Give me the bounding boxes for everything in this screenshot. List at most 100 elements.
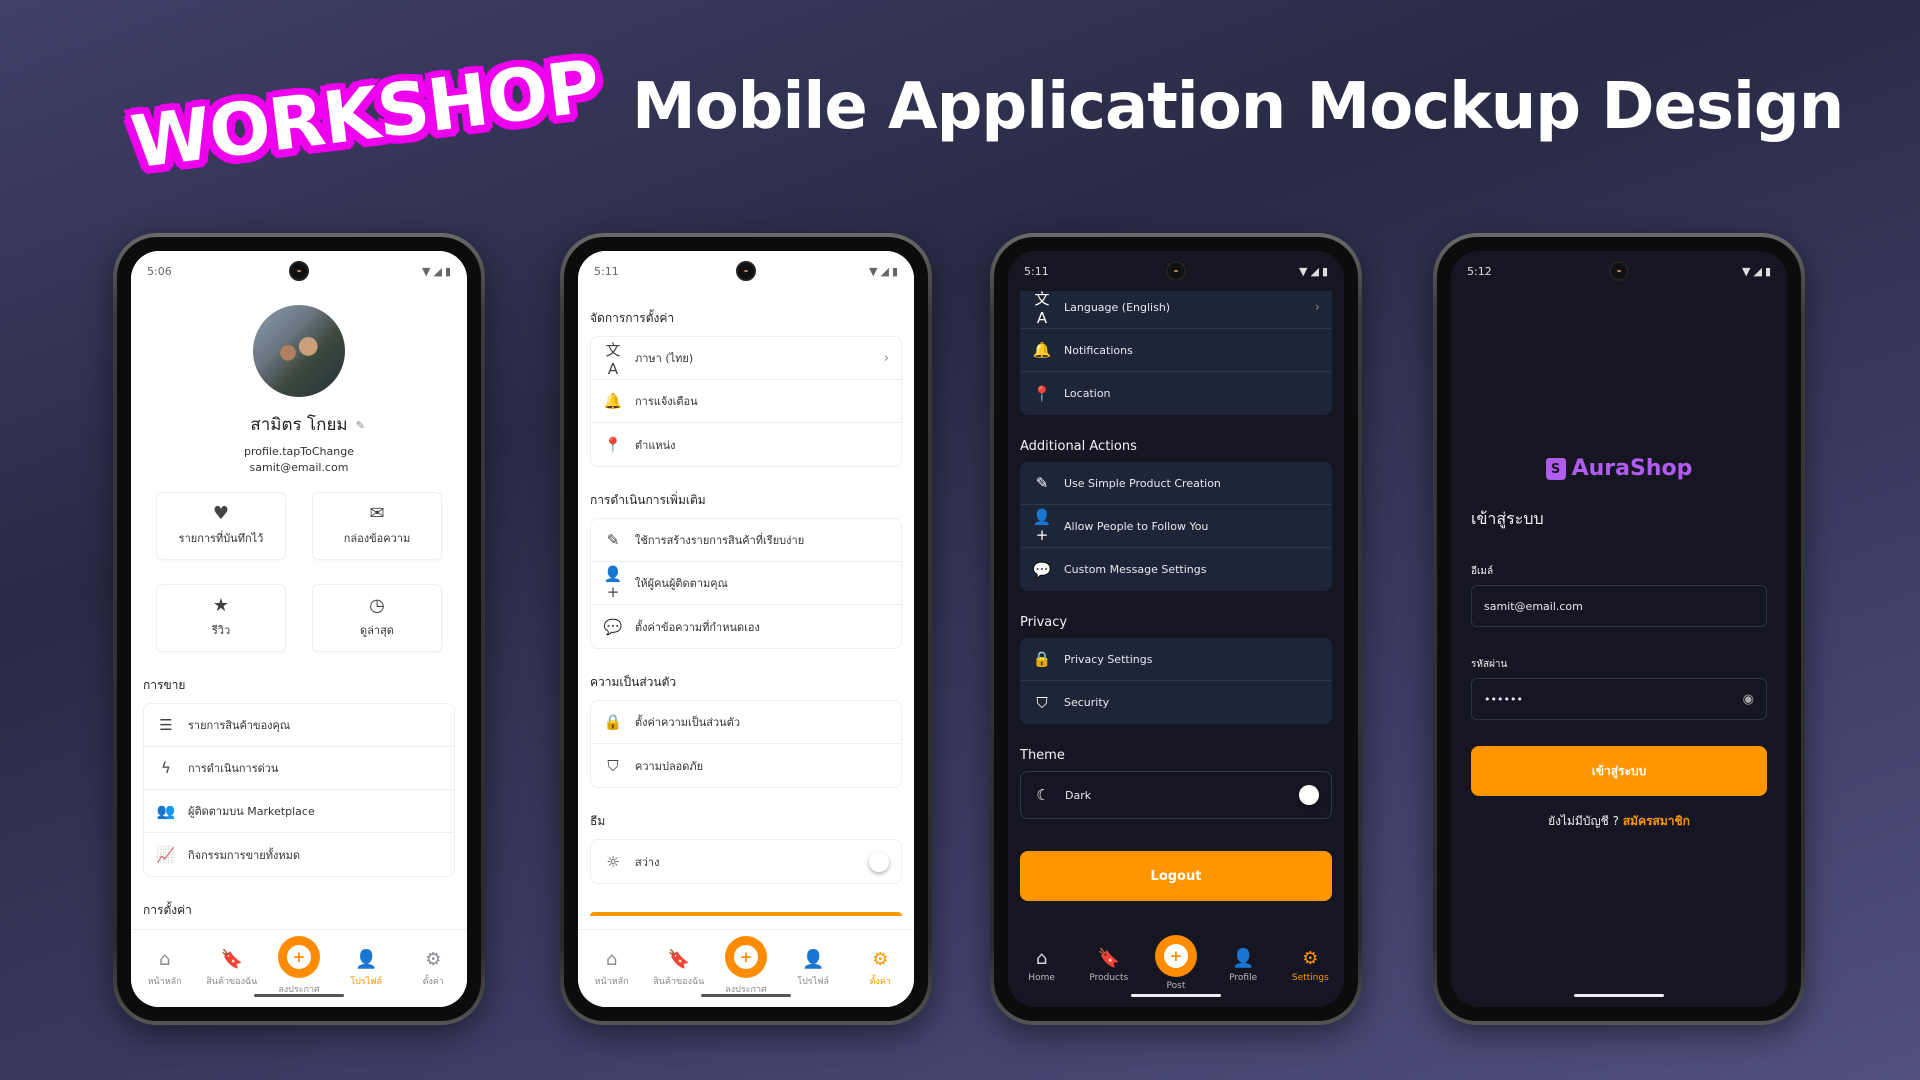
home-indicator[interactable] <box>254 994 344 997</box>
envelope-icon: ✉ <box>369 503 385 524</box>
home-indicator[interactable] <box>1131 994 1221 997</box>
settings-item[interactable]: 👤+ ให้ผู้คนผู้ติดตามคุณ <box>591 562 901 605</box>
post-fab-button[interactable]: + <box>724 936 767 978</box>
profile-name-row: สามิตร โกยม ✎ <box>143 411 455 438</box>
chart-line-icon: 📈 <box>156 845 176 864</box>
settings-item-label: Use Simple Product Creation <box>1064 476 1221 490</box>
shield-icon: ⛉ <box>1036 693 1048 712</box>
avatar[interactable] <box>253 305 345 397</box>
settings-item[interactable]: 🔔 Notifications <box>1020 329 1332 372</box>
section-title: Privacy <box>1020 615 1068 630</box>
signup-link[interactable]: สมัครสมาชิก <box>1623 814 1690 828</box>
quick-tile[interactable]: ♥ รายการที่บันทึกไว้ <box>156 492 286 560</box>
settings-item[interactable]: 📍 ตำแหน่ง <box>591 423 901 466</box>
login-button[interactable]: เข้าสู่ระบบ <box>1471 746 1767 796</box>
nav-item-plus[interactable]: + ลงประกาศ <box>716 936 776 996</box>
settings-item[interactable]: 🔒 Privacy Settings <box>1020 638 1332 681</box>
settings-list: 🔒 Privacy Settings ⛉ Security <box>1020 638 1332 724</box>
list-item-label: รายการสินค้าของคุณ <box>188 719 291 732</box>
theme-toggle[interactable] <box>869 851 889 872</box>
settings-content: จัดการการตั้งค่า 文A ภาษา (ไทย) › 🔔 การแจ้งเตื… <box>578 291 914 929</box>
screen: 5:11 ▼ ◢ ▮ 文A Language (English) › 🔔 Notificat… <box>1008 251 1344 1007</box>
settings-item[interactable]: ✎ ใช้การสร้างรายการสินค้าที่เรียบง่าย <box>591 519 901 562</box>
nav-item-person[interactable]: 👤 Profile <box>1213 949 1273 984</box>
settings-item[interactable]: 文A Language (English) › <box>1020 286 1332 329</box>
logout-button-partial[interactable] <box>590 912 902 916</box>
nav-item-gear[interactable]: ⚙ ตั้งค่า <box>850 950 910 988</box>
theme-label: สว่าง <box>635 855 660 869</box>
shopping-bag-icon: S <box>1545 457 1566 480</box>
settings-item[interactable]: 🔔 การแจ้งเตือน <box>591 380 901 423</box>
settings-item-label: Security <box>1064 696 1110 709</box>
brand-name: AuraShop <box>1571 456 1693 481</box>
settings-item[interactable]: 💬 ตั้งค่าข้อความที่กำหนดเอง <box>591 605 901 648</box>
selling-list: ☰ รายการสินค้าของคุณ ϟ การดำเนินการด่วน 👥 ผู้… <box>143 703 455 877</box>
settings-item[interactable]: ⛉ Security <box>1020 681 1332 724</box>
chat-bubble-icon: 💬 <box>603 617 623 636</box>
nav-item-person[interactable]: 👤 โปรไฟล์ <box>783 950 843 988</box>
nav-item-bookmark[interactable]: 🔖 สินค้าของฉัน <box>649 950 709 988</box>
home-indicator[interactable] <box>701 994 791 997</box>
list-item[interactable]: ϟ การดำเนินการด่วน <box>144 747 454 790</box>
settings-item[interactable]: ⛉ ความปลอดภัย <box>591 744 901 787</box>
settings-item-label: การแจ้งเตือน <box>635 395 698 408</box>
plus-icon: + <box>286 945 311 969</box>
quick-tile[interactable]: ★ รีวิว <box>156 584 286 652</box>
theme-row[interactable]: ☾ Dark <box>1021 772 1331 818</box>
settings-item-label: Allow People to Follow You <box>1064 519 1209 533</box>
map-pin-icon: 📍 <box>1032 384 1052 403</box>
nav-item-home[interactable]: ⌂ หน้าหลัก <box>135 950 195 988</box>
email-field[interactable]: samit@email.com <box>1471 585 1767 627</box>
settings-content: 文A Language (English) › 🔔 Notifications 📍 Loca… <box>1008 286 1344 929</box>
nav-item-bookmark[interactable]: 🔖 สินค้าของฉัน <box>202 950 262 988</box>
settings-item[interactable]: 📍 Location <box>1020 372 1332 415</box>
quick-tile[interactable]: ◷ ดูล่าสุด <box>312 584 442 652</box>
nav-label: Settings <box>1291 973 1329 983</box>
settings-item-label: Notifications <box>1064 343 1133 357</box>
chat-bubble-icon: 💬 <box>1032 560 1052 579</box>
nav-item-person[interactable]: 👤 โปรไฟล์ <box>336 950 396 988</box>
settings-item-label: Custom Message Settings <box>1064 563 1207 576</box>
status-time: 5:11 <box>594 264 619 278</box>
nav-label: โปรไฟล์ <box>350 977 383 987</box>
logout-button[interactable]: Logout <box>1020 851 1332 901</box>
tap-to-change-text[interactable]: profile.tapToChange <box>143 444 455 460</box>
settings-list: ✎ ใช้การสร้างรายการสินค้าที่เรียบง่าย 👤+ ให… <box>590 518 902 649</box>
list-item[interactable]: ☰ รายการสินค้าของคุณ <box>144 704 454 747</box>
settings-item[interactable]: 文A ภาษา (ไทย) › <box>591 337 901 380</box>
settings-list: 文A ภาษา (ไทย) › 🔔 การแจ้งเตือน 📍 ตำแหน่ง <box>590 336 902 467</box>
theme-list: ☾ Dark <box>1020 771 1332 819</box>
theme-toggle[interactable] <box>1299 785 1319 805</box>
quick-tile[interactable]: ✉ กล่องข้อความ <box>312 492 442 560</box>
section-title-theme: ธีม <box>590 814 606 828</box>
nav-item-bookmark[interactable]: 🔖 Products <box>1079 949 1139 984</box>
list-item[interactable]: 👥 ผู้ติดตามบน Marketplace <box>144 790 454 833</box>
translate-icon: 文A <box>1034 289 1050 327</box>
wifi-icon: ▼ <box>869 264 878 278</box>
phone-settings-light: 5:11 ▼ ◢ ▮ จัดการการตั้งค่า 文A ภาษา (ไทย) › 🔔 ก… <box>560 233 932 1025</box>
settings-item[interactable]: 🔒 ตั้งค่าความเป็นส่วนตัว <box>591 701 901 744</box>
theme-row[interactable]: ☼ สว่าง <box>591 840 901 883</box>
pencil-icon[interactable]: ✎ <box>356 419 365 432</box>
nav-item-gear[interactable]: ⚙ Settings <box>1280 949 1340 984</box>
tile-label: รายการที่บันทึกไว้ <box>178 532 264 545</box>
camera-icon <box>736 261 756 281</box>
nav-item-plus[interactable]: + Post <box>1146 935 1206 991</box>
settings-item-label: ตำแหน่ง <box>635 438 676 452</box>
nav-item-home[interactable]: ⌂ Home <box>1012 949 1072 984</box>
home-indicator[interactable] <box>1574 994 1664 997</box>
post-fab-button[interactable]: + <box>1154 935 1197 977</box>
nav-item-plus[interactable]: + ลงประกาศ <box>269 936 329 996</box>
password-field[interactable]: •••••• ◉ <box>1471 678 1767 720</box>
settings-item[interactable]: 👤+ Allow People to Follow You <box>1020 505 1332 548</box>
screen: 5:12 ▼ ◢ ▮ S AuraShop เข้าสู่ระบบ อีเมล์ s… <box>1451 251 1787 1007</box>
post-fab-button[interactable]: + <box>277 936 320 978</box>
nav-item-gear[interactable]: ⚙ ตั้งค่า <box>403 950 463 988</box>
nav-item-home[interactable]: ⌂ หน้าหลัก <box>582 950 642 988</box>
tile-label: รีวิว <box>211 624 231 637</box>
eye-icon[interactable]: ◉ <box>1743 692 1754 707</box>
list-item[interactable]: 📈 กิจกรรมการขายทั้งหมด <box>144 833 454 876</box>
settings-item[interactable]: ✎ Use Simple Product Creation <box>1020 462 1332 505</box>
person-icon: 👤 <box>354 949 378 970</box>
settings-item[interactable]: 💬 Custom Message Settings <box>1020 548 1332 591</box>
